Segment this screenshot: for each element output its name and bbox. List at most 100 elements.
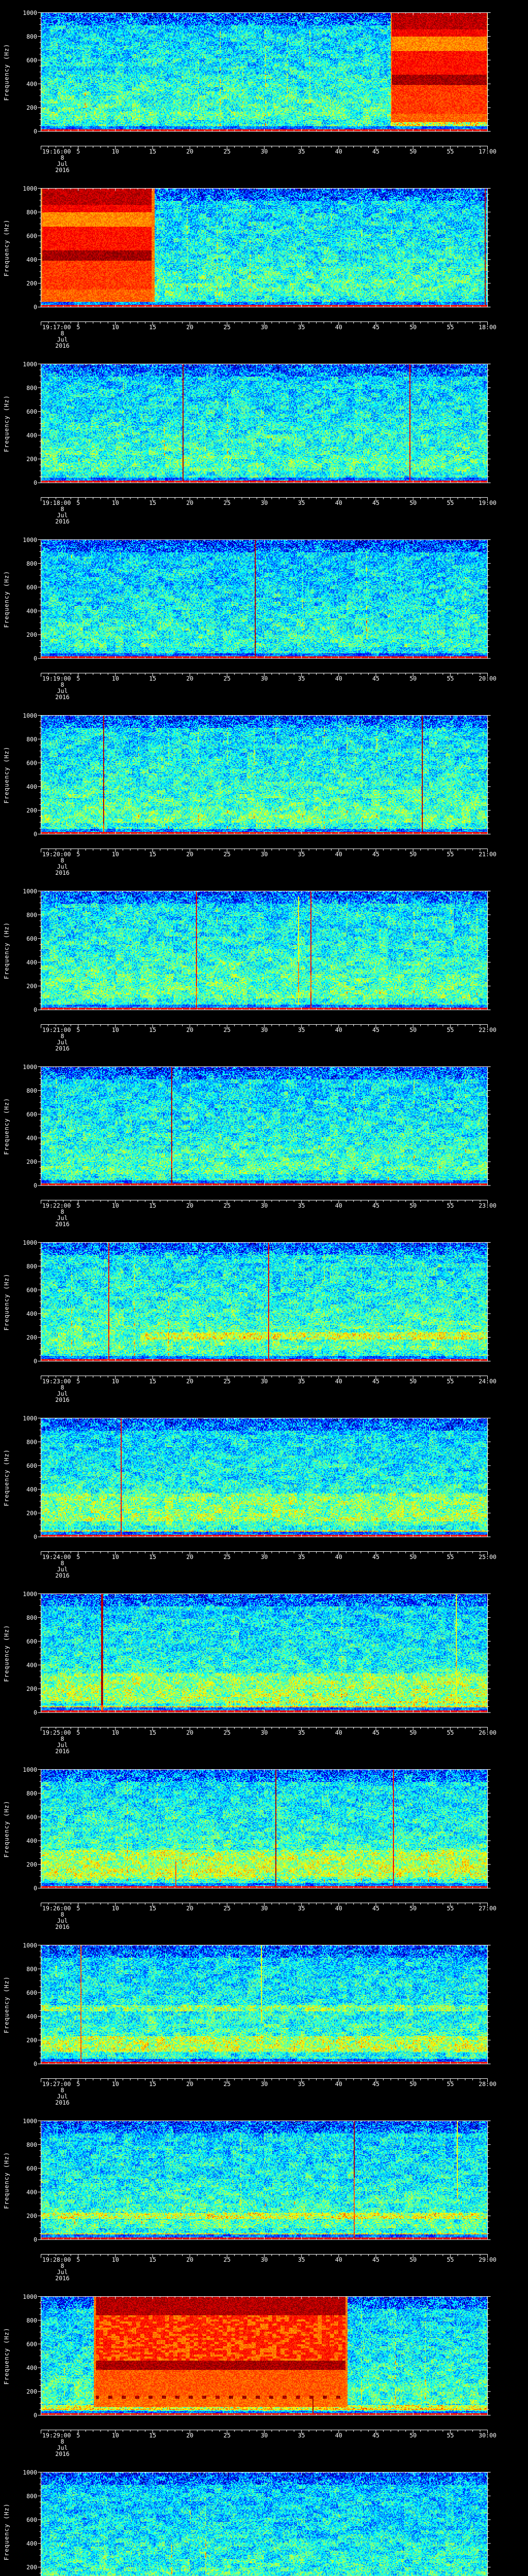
x-tick-label: 55 bbox=[447, 148, 454, 155]
y-axis-title: Frequency (Hz) bbox=[3, 43, 10, 101]
x-tick-label: 55 bbox=[447, 1553, 454, 1561]
x-tick-label: 30 bbox=[260, 1729, 268, 1736]
x-axis-start-time: 19:29:00 bbox=[42, 2432, 71, 2439]
x-tick-label: 50 bbox=[409, 1553, 417, 1561]
x-tick-label: 45 bbox=[372, 2256, 380, 2263]
x-tick-label: 5 bbox=[76, 1729, 80, 1736]
x-tick-label: 10 bbox=[111, 675, 119, 682]
x-tick-label: 55 bbox=[447, 1026, 454, 1033]
y-tick-label: 0 bbox=[34, 1006, 37, 1013]
x-axis-end-time: 23:00 bbox=[478, 1202, 497, 1209]
x-tick-label: 25 bbox=[223, 1026, 231, 1033]
x-tick-label: 55 bbox=[447, 1202, 454, 1209]
x-tick-label: 35 bbox=[298, 1905, 305, 1912]
x-axis-start-time: 19:19:00 bbox=[42, 675, 71, 682]
x-tick-label: 10 bbox=[111, 2256, 119, 2263]
x-tick-label: 20 bbox=[186, 1729, 194, 1736]
date-year: 2016 bbox=[55, 1572, 70, 1579]
date-label: 8 Jul 2016 bbox=[46, 1736, 78, 1754]
x-axis-start-time: 19:18:00 bbox=[42, 499, 71, 506]
y-tick-label: 400 bbox=[26, 2012, 37, 2020]
y-tick-label: 200 bbox=[26, 1333, 37, 1341]
x-tick-label: 50 bbox=[409, 1729, 417, 1736]
y-tick-label: 400 bbox=[26, 1661, 37, 1669]
x-tick-label: 25 bbox=[223, 2256, 231, 2263]
x-axis-start-time: 19:26:00 bbox=[42, 1905, 71, 1912]
y-tick-label: 800 bbox=[26, 1965, 37, 1973]
x-tick-label: 35 bbox=[298, 324, 305, 331]
x-tick-label: 20 bbox=[186, 851, 194, 858]
x-tick-label: 25 bbox=[223, 1378, 231, 1385]
y-tick-label: 600 bbox=[26, 2516, 37, 2523]
x-axis-start-time: 19:16:00 bbox=[42, 148, 71, 155]
date-label: 8 Jul 2016 bbox=[46, 155, 78, 173]
x-axis-start-time: 19:17:00 bbox=[42, 324, 71, 331]
x-axis-end-time: 30:00 bbox=[478, 2432, 497, 2439]
date-year: 2016 bbox=[55, 1396, 70, 1403]
y-tick-label: 400 bbox=[26, 80, 37, 88]
x-tick-label: 20 bbox=[186, 324, 194, 331]
x-tick-label: 30 bbox=[260, 675, 268, 682]
y-tick-label: 600 bbox=[26, 56, 37, 64]
y-tick-label: 600 bbox=[26, 2164, 37, 2172]
x-tick-label: 50 bbox=[409, 1905, 417, 1912]
x-tick-label: 55 bbox=[447, 1905, 454, 1912]
x-axis-start-time: 19:22:00 bbox=[42, 1202, 71, 1209]
y-tick-label: 800 bbox=[26, 1262, 37, 1270]
date-year: 2016 bbox=[55, 2450, 70, 2458]
y-tick-label: 1000 bbox=[23, 184, 37, 192]
y-axis-title: Frequency (Hz) bbox=[3, 1624, 10, 1682]
x-axis-end-time: 21:00 bbox=[478, 851, 497, 858]
y-tick-label: 800 bbox=[26, 2141, 37, 2148]
y-axis-title: Frequency (Hz) bbox=[3, 1976, 10, 2033]
x-tick-label: 20 bbox=[186, 2080, 194, 2088]
y-tick-label: 0 bbox=[34, 1885, 37, 1892]
x-tick-label: 30 bbox=[260, 2256, 268, 2263]
x-tick-label: 25 bbox=[223, 324, 231, 331]
x-tick-label: 35 bbox=[298, 2080, 305, 2088]
date-label: 8 Jul 2016 bbox=[46, 2438, 78, 2457]
x-tick-label: 15 bbox=[149, 1905, 156, 1912]
x-tick-label: 30 bbox=[260, 324, 268, 331]
x-tick-label: 30 bbox=[260, 499, 268, 506]
x-tick-label: 15 bbox=[149, 2256, 156, 2263]
y-tick-label: 600 bbox=[26, 1637, 37, 1645]
x-tick-label: 50 bbox=[409, 499, 417, 506]
x-tick-label: 15 bbox=[149, 1026, 156, 1033]
x-tick-label: 5 bbox=[76, 1202, 80, 1209]
x-tick-label: 20 bbox=[186, 1202, 194, 1209]
y-tick-label: 0 bbox=[34, 1709, 37, 1716]
x-tick-label: 55 bbox=[447, 851, 454, 858]
x-tick-label: 50 bbox=[409, 675, 417, 682]
x-tick-label: 55 bbox=[447, 1729, 454, 1736]
x-tick-label: 10 bbox=[111, 499, 119, 506]
x-axis-start-time: 19:25:00 bbox=[42, 1729, 71, 1736]
y-axis-title: Frequency (Hz) bbox=[3, 395, 10, 452]
x-axis-end-time: 29:00 bbox=[478, 2256, 497, 2263]
y-tick-label: 600 bbox=[26, 583, 37, 591]
y-tick-label: 600 bbox=[26, 1989, 37, 1996]
y-tick-label: 0 bbox=[34, 1358, 37, 1365]
x-tick-label: 20 bbox=[186, 1026, 194, 1033]
x-tick-label: 40 bbox=[335, 499, 342, 506]
x-tick-label: 5 bbox=[76, 1905, 80, 1912]
x-tick-label: 30 bbox=[260, 1026, 268, 1033]
y-tick-label: 0 bbox=[34, 128, 37, 135]
x-tick-label: 5 bbox=[76, 2432, 80, 2439]
y-tick-label: 800 bbox=[26, 1438, 37, 1446]
x-tick-label: 30 bbox=[260, 851, 268, 858]
date-label: 8 Jul 2016 bbox=[46, 2263, 78, 2281]
y-tick-label: 0 bbox=[34, 2236, 37, 2243]
x-tick-label: 15 bbox=[149, 148, 156, 155]
spectrogram-panel: Frequency (Hz) 1000 800 600 400 200 0 19:26:0… bbox=[0, 1757, 528, 1933]
spectrogram-panel: Frequency (Hz) 1000 800 600 400 200 0 19:29:0… bbox=[0, 2284, 528, 2460]
x-tick-label: 45 bbox=[372, 324, 380, 331]
x-tick-label: 30 bbox=[260, 1378, 268, 1385]
y-tick-label: 800 bbox=[26, 32, 37, 40]
x-tick-label: 50 bbox=[409, 1026, 417, 1033]
x-axis-start-time: 19:20:00 bbox=[42, 851, 71, 858]
x-tick-label: 15 bbox=[149, 499, 156, 506]
y-tick-label: 800 bbox=[26, 1789, 37, 1797]
y-tick-label: 200 bbox=[26, 2387, 37, 2395]
y-tick-label: 600 bbox=[26, 1462, 37, 1469]
